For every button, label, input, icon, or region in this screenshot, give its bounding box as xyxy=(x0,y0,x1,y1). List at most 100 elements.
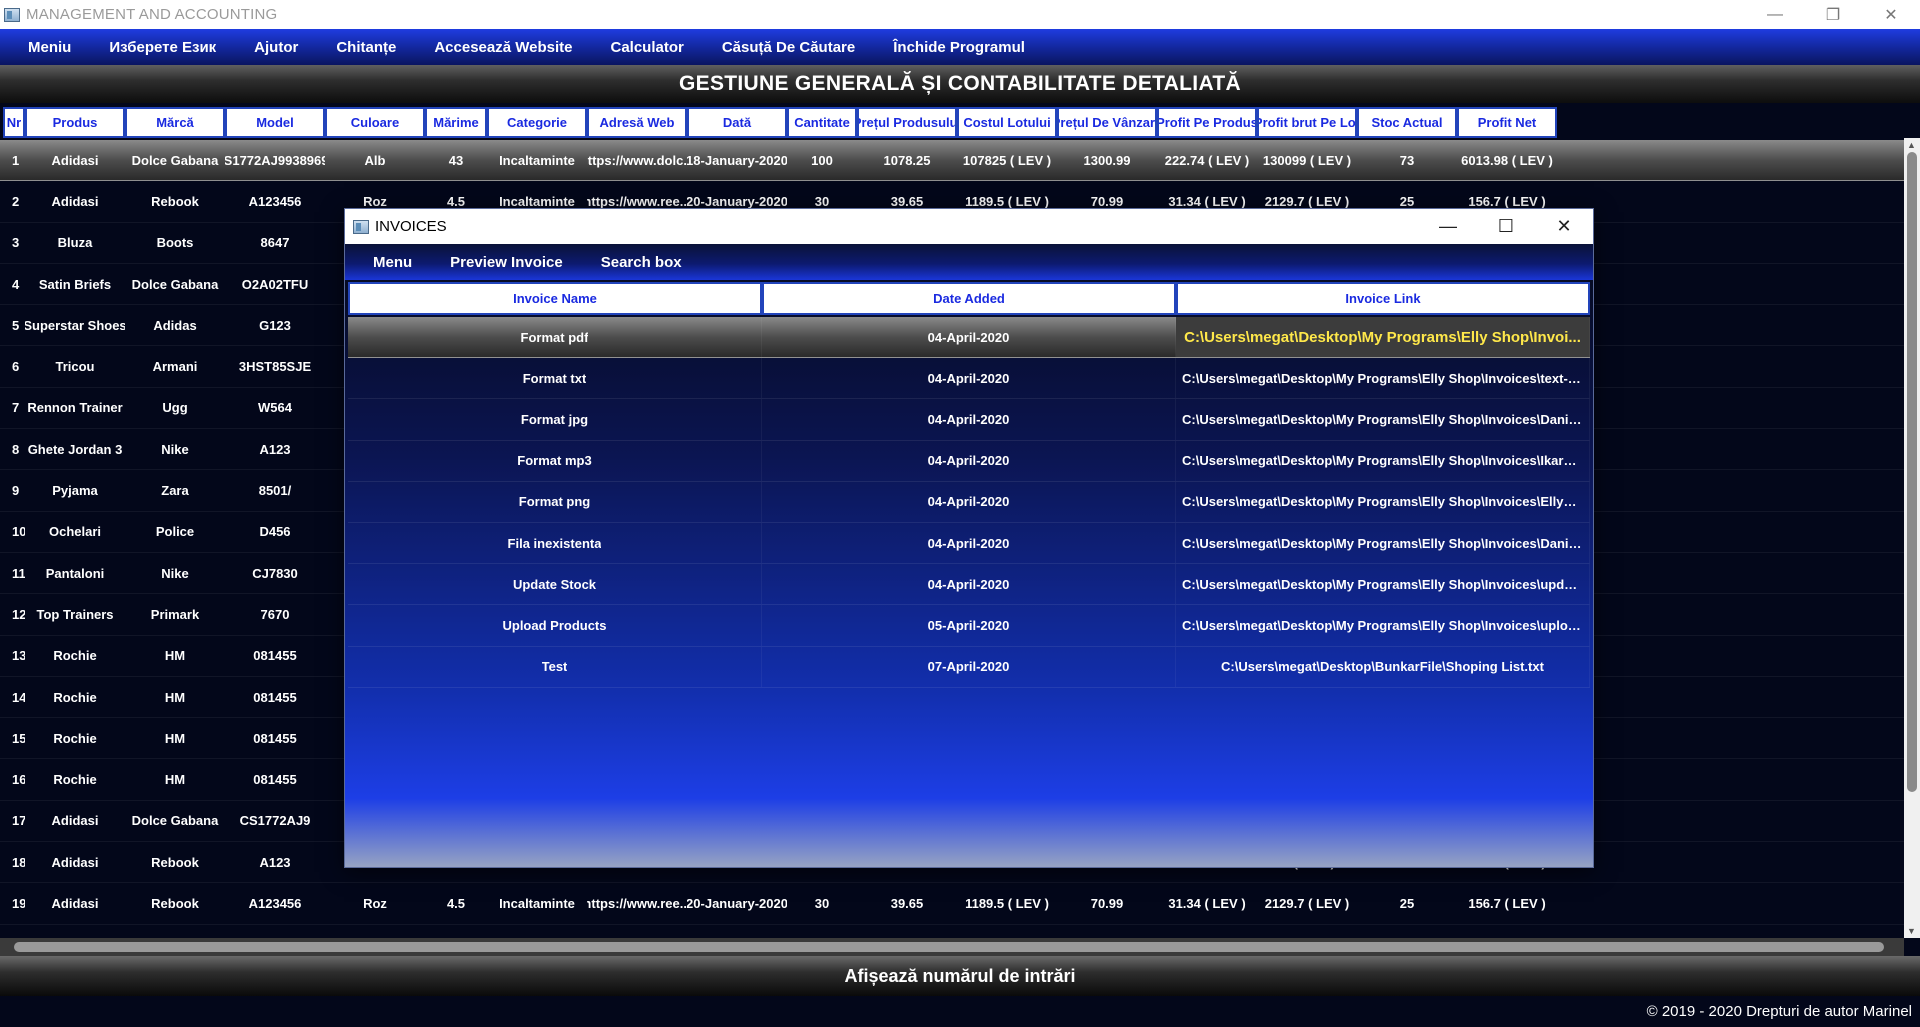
dialog-menu-preview-invoice[interactable]: Preview Invoice xyxy=(431,254,582,271)
cell-invoice-link[interactable]: C:\Users\megat\Desktop\My Programs\Elly … xyxy=(1176,481,1590,522)
cell-invoice-link[interactable]: C:\Users\megat\Desktop\My Programs\Elly … xyxy=(1176,564,1590,605)
page-header: GESTIUNE GENERALĂ ȘI CONTABILITATE DETAL… xyxy=(0,65,1920,103)
menu-website[interactable]: Accesează Website xyxy=(415,39,591,56)
cell-product: Adidasi xyxy=(51,193,99,209)
dialog-maximize-button[interactable]: ☐ xyxy=(1477,209,1535,244)
invoice-row[interactable]: Update Stock 04-April-2020 C:\Users\megat\… xyxy=(348,564,1590,606)
cell-product-price: 39.65 xyxy=(890,895,924,911)
column-header-model[interactable]: Model xyxy=(225,107,325,138)
horizontal-scroll-thumb[interactable] xyxy=(14,942,1884,952)
cell-nr: 7 xyxy=(12,400,20,416)
scroll-up-icon[interactable]: ▲ xyxy=(1907,140,1916,150)
menu-close-program[interactable]: Închide Programul xyxy=(874,39,1044,56)
cell-date: 18-January-2020 xyxy=(687,152,787,168)
cell-product: Adidasi xyxy=(51,152,99,168)
cell-model: CS1772AJ9 xyxy=(239,813,311,829)
cell-model: W564 xyxy=(258,400,292,416)
column-header-product-price[interactable]: Prețul Produsului xyxy=(857,107,957,138)
invoice-row[interactable]: Fila inexistenta 04-April-2020 C:\Users\me… xyxy=(348,522,1590,565)
cell-invoice-name: Test xyxy=(348,646,762,687)
dialog-title: INVOICES xyxy=(375,218,447,235)
invoice-row[interactable]: Format txt 04-April-2020 C:\Users\megat\De… xyxy=(348,358,1590,400)
scroll-down-icon[interactable]: ▼ xyxy=(1907,926,1916,936)
column-header-category[interactable]: Categorie xyxy=(487,107,587,138)
cell-model: D456 xyxy=(259,524,291,540)
cell-model: A123 xyxy=(259,441,291,457)
column-header-gross-profit-per-lot[interactable]: Profit brut Pe Lot xyxy=(1257,107,1357,138)
column-header-invoice-link[interactable]: Invoice Link xyxy=(1176,282,1590,315)
cell-product: Pantaloni xyxy=(45,565,105,581)
cell-nr: 17 xyxy=(12,813,25,829)
cell-product: Rochie xyxy=(53,648,97,664)
cell-net-profit: 156.7 ( LEV ) xyxy=(1468,895,1546,911)
table-row[interactable]: 1 Adidasi Dolce Gabana CS1772AJ99389697 Alb 4… xyxy=(0,140,1904,182)
invoice-row[interactable]: Format jpg 04-April-2020 C:\Users\megat\De… xyxy=(348,399,1590,441)
show-entries-button[interactable]: Afișează numărul de intrări xyxy=(0,956,1920,996)
column-header-brand[interactable]: Mărcă xyxy=(125,107,225,138)
column-header-lot-cost[interactable]: Costul Lotului xyxy=(957,107,1057,138)
menu-help[interactable]: Ajutor xyxy=(235,39,317,56)
close-button[interactable]: ✕ xyxy=(1862,0,1920,29)
cell-date-added: 04-April-2020 xyxy=(762,399,1176,440)
dialog-titlebar: INVOICES — ☐ ✕ xyxy=(345,209,1593,244)
column-header-web-address[interactable]: Adresă Web xyxy=(587,107,687,138)
cell-nr: 3 xyxy=(12,235,20,251)
cell-model: 081455 xyxy=(253,772,297,788)
dialog-minimize-button[interactable]: — xyxy=(1419,209,1477,244)
column-header-size[interactable]: Mărime xyxy=(425,107,487,138)
vertical-scrollbar[interactable]: ▲ ▼ xyxy=(1904,138,1920,938)
dialog-menu-search-box[interactable]: Search box xyxy=(582,254,701,271)
invoices-table: Invoice Name Date Added Invoice Link For… xyxy=(345,280,1593,867)
column-header-invoice-name[interactable]: Invoice Name xyxy=(348,282,762,315)
cell-brand: Nike xyxy=(161,565,189,581)
menu-calculator[interactable]: Calculator xyxy=(591,39,702,56)
column-header-color[interactable]: Culoare xyxy=(325,107,425,138)
cell-invoice-name: Format mp3 xyxy=(348,440,762,481)
page-title: GESTIUNE GENERALĂ ȘI CONTABILITATE DETAL… xyxy=(679,72,1241,95)
cell-nr: 6 xyxy=(12,359,20,375)
cell-invoice-link[interactable]: C:\Users\megat\Desktop\My Programs\Elly … xyxy=(1176,317,1590,358)
table-row[interactable]: 19 Adidasi Rebook A123456 Roz 4.5 Incaltaminte… xyxy=(0,883,1904,925)
minimize-button[interactable]: — xyxy=(1746,0,1804,29)
dialog-close-button[interactable]: ✕ xyxy=(1535,209,1593,244)
invoice-row[interactable]: Format png 04-April-2020 C:\Users\megat\De… xyxy=(348,481,1590,523)
cell-quantity: 30 xyxy=(814,895,830,911)
menu-language[interactable]: Изберете Език xyxy=(90,39,235,56)
restore-button[interactable]: ❐ xyxy=(1804,0,1862,29)
invoice-row[interactable]: Format pdf 04-April-2020 C:\Users\megat\De… xyxy=(348,317,1590,359)
column-header-net-profit[interactable]: Profit Net xyxy=(1457,107,1557,138)
column-header-date[interactable]: Dată xyxy=(687,107,787,138)
invoice-link-text: C:\Users\megat\Desktop\My Programs\Elly … xyxy=(1182,453,1583,469)
invoice-row[interactable]: Upload Products 05-April-2020 C:\Users\meg… xyxy=(348,605,1590,647)
cell-invoice-link[interactable]: C:\Users\megat\Desktop\BunkarFile\Shopin… xyxy=(1176,646,1590,687)
invoices-dialog: INVOICES — ☐ ✕ Menu Preview Invoice Sear… xyxy=(344,208,1594,868)
column-header-nr[interactable]: Nr xyxy=(3,107,25,138)
menu-search-box[interactable]: Căsuță De Căutare xyxy=(703,39,874,56)
column-header-current-stock[interactable]: Stoc Actual xyxy=(1357,107,1457,138)
cell-product: Satin Briefs xyxy=(38,276,112,292)
vertical-scroll-thumb[interactable] xyxy=(1907,152,1917,792)
menu-meniu[interactable]: Meniu xyxy=(0,39,90,56)
dialog-menu-menu[interactable]: Menu xyxy=(345,254,431,271)
cell-product: Adidasi xyxy=(51,895,99,911)
column-header-product[interactable]: Produs xyxy=(25,107,125,138)
invoice-link-text: C:\Users\megat\Desktop\My Programs\Elly … xyxy=(1182,535,1583,551)
cell-invoice-link[interactable]: C:\Users\megat\Desktop\My Programs\Elly … xyxy=(1176,358,1590,399)
cell-invoice-link[interactable]: C:\Users\megat\Desktop\My Programs\Elly … xyxy=(1176,399,1590,440)
invoice-name-text: Format pdf xyxy=(520,329,589,345)
cell-brand: Rebook xyxy=(151,854,199,870)
column-header-quantity[interactable]: Cantitate xyxy=(787,107,857,138)
invoice-link-text: C:\Users\megat\Desktop\My Programs\Elly … xyxy=(1182,576,1583,592)
column-header-sale-price[interactable]: Prețul De Vânzare xyxy=(1057,107,1157,138)
column-header-date-added[interactable]: Date Added xyxy=(762,282,1176,315)
menu-receipts[interactable]: Chitanțe xyxy=(317,39,415,56)
invoice-row[interactable]: Format mp3 04-April-2020 C:\Users\megat\De… xyxy=(348,440,1590,482)
cell-invoice-link[interactable]: C:\Users\megat\Desktop\My Programs\Elly … xyxy=(1176,440,1590,481)
cell-model: 8501/ xyxy=(258,483,292,499)
invoice-row[interactable]: Test 07-April-2020 C:\Users\megat\Desktop\… xyxy=(348,646,1590,688)
horizontal-scrollbar[interactable] xyxy=(0,938,1904,956)
cell-invoice-link[interactable]: C:\Users\megat\Desktop\My Programs\Elly … xyxy=(1176,522,1590,564)
column-header-profit-per-product[interactable]: Profit Pe Produs xyxy=(1157,107,1257,138)
cell-invoice-link[interactable]: C:\Users\megat\Desktop\My Programs\Elly … xyxy=(1176,605,1590,646)
cell-product: Rochie xyxy=(53,730,97,746)
